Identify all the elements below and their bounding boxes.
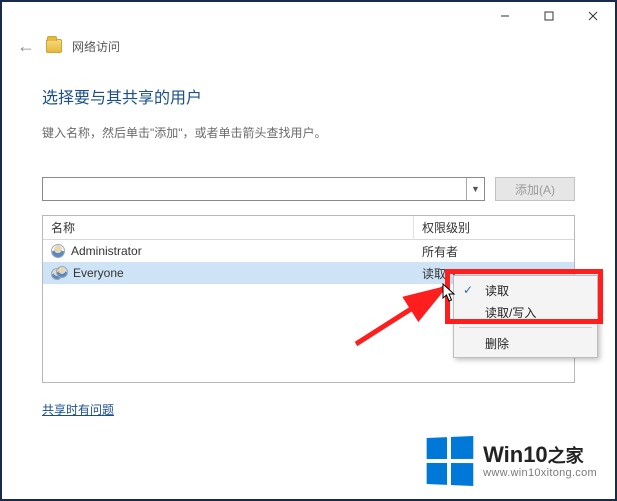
help-link[interactable]: 共享时有问题 bbox=[42, 401, 114, 418]
user-combo[interactable]: ▼ bbox=[42, 177, 485, 201]
menu-item-readwrite[interactable]: 读取/写入 bbox=[457, 301, 594, 323]
close-icon bbox=[588, 11, 598, 21]
permission-menu: ✓ 读取 读取/写入 删除 bbox=[453, 275, 598, 358]
row-permission: 读取 bbox=[422, 265, 446, 282]
watermark-url: www.win10xitong.com bbox=[483, 467, 597, 479]
window-title: 网络访问 bbox=[72, 38, 120, 55]
table-header: 名称 权限级别 bbox=[43, 216, 574, 240]
maximize-icon bbox=[544, 11, 554, 21]
col-name[interactable]: 名称 bbox=[43, 216, 414, 239]
watermark: Win10之家 www.win10xitong.com bbox=[425, 437, 597, 485]
page-instruction: 键入名称，然后单击"添加"，或者单击箭头查找用户。 bbox=[42, 124, 575, 141]
windows-logo-icon bbox=[427, 436, 474, 486]
minimize-icon bbox=[500, 11, 510, 21]
minimize-button[interactable] bbox=[483, 2, 527, 30]
menu-item-remove[interactable]: 删除 bbox=[457, 332, 594, 354]
menu-item-read[interactable]: ✓ 读取 bbox=[457, 279, 594, 301]
page-heading: 选择要与其共享的用户 bbox=[42, 84, 575, 108]
titlebar bbox=[2, 2, 615, 30]
header: ← 网络访问 bbox=[2, 30, 615, 62]
add-button: 添加(A) bbox=[495, 177, 575, 201]
check-icon: ✓ bbox=[463, 283, 473, 297]
combo-dropdown-button[interactable]: ▼ bbox=[466, 178, 484, 200]
user-icon bbox=[51, 244, 65, 258]
row-permission: 所有者 bbox=[422, 243, 458, 260]
user-input[interactable] bbox=[43, 178, 466, 200]
watermark-suffix: 之家 bbox=[548, 446, 584, 466]
watermark-title: Win10之家 bbox=[483, 443, 597, 467]
row-name: Administrator bbox=[71, 244, 142, 258]
menu-label: 删除 bbox=[485, 335, 509, 352]
maximize-button[interactable] bbox=[527, 2, 571, 30]
row-name: Everyone bbox=[73, 266, 124, 280]
folder-icon bbox=[46, 39, 62, 53]
menu-label: 读取/写入 bbox=[485, 304, 536, 321]
chevron-down-icon: ▼ bbox=[471, 184, 480, 194]
close-button[interactable] bbox=[571, 2, 615, 30]
group-icon bbox=[51, 266, 67, 280]
menu-label: 读取 bbox=[485, 282, 509, 299]
col-permission[interactable]: 权限级别 bbox=[414, 216, 574, 239]
table-row[interactable]: Administrator 所有者 bbox=[43, 240, 574, 262]
menu-separator bbox=[459, 327, 592, 328]
back-arrow-icon[interactable]: ← bbox=[16, 37, 36, 55]
watermark-brand: Win10 bbox=[483, 442, 548, 467]
